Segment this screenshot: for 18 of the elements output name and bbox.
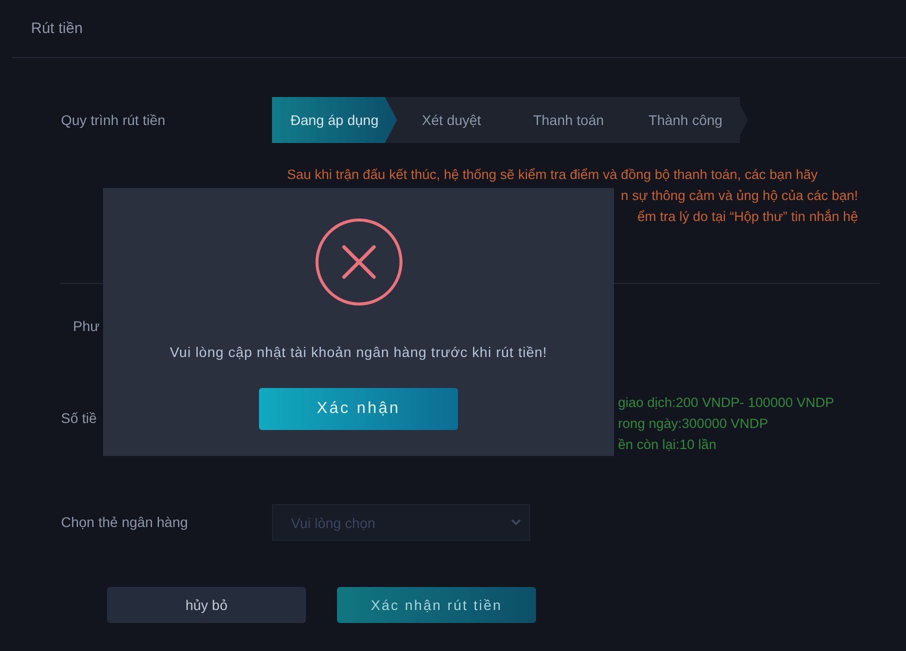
limit-text: ền còn lại:10 lần	[618, 437, 718, 453]
field-label: Số tiề	[61, 410, 98, 426]
limit-text: rong ngày:300000 VNDP	[618, 416, 770, 432]
notice-text: n sự thông cảm và ủng hộ của các bạn!	[620, 188, 858, 204]
process-step: Đang áp dụng	[272, 97, 397, 143]
cancel-button[interactable]: hủy bỏ	[107, 587, 306, 623]
field-label: Phư	[73, 318, 100, 334]
field-label: Quy trình rút tiền	[61, 111, 166, 130]
limit-text: giao dịch:200 VNDP- 100000 VNDP	[618, 395, 834, 411]
field-label: Chọn thẻ ngân hàng	[61, 513, 189, 532]
notice-text: Sau khi trận đấu kết thúc, hệ thống sẽ kiểm tra điểm và đồng bộ thanh toán, các bạn hãy	[287, 167, 818, 183]
dialog-message: Vui lòng cập nhật tài khoản ngân hàng trước khi rút tiền!	[170, 344, 548, 360]
confirm-withdraw-button[interactable]: Xác nhận rút tiền	[337, 587, 536, 623]
chevron-down-icon	[511, 519, 521, 526]
error-icon	[314, 217, 404, 307]
notice-text: ểm tra lý do tại “Hộp thư” tin nhắn hệ	[637, 209, 858, 225]
confirm-button[interactable]: Xác nhận	[259, 388, 458, 430]
page-title: Rút tiền	[31, 20, 83, 37]
